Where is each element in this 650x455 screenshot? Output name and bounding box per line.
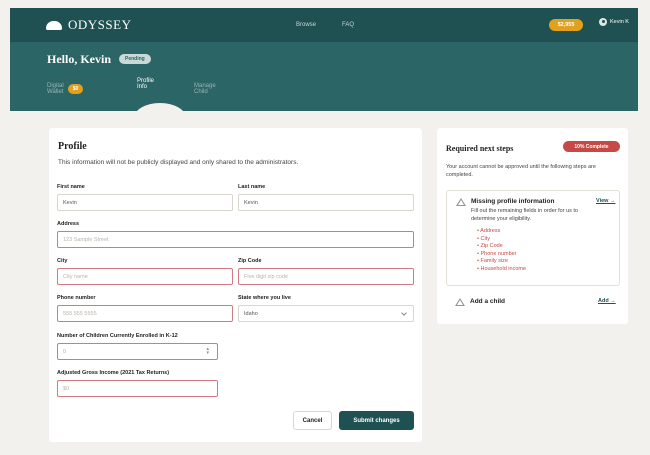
step-title: Add a child	[470, 298, 506, 305]
last-name-field[interactable]: Kevin	[238, 194, 414, 211]
state-label: State where you live	[238, 295, 291, 301]
list-item: Address	[477, 228, 526, 236]
nav-browse-link[interactable]: Browse	[296, 22, 316, 28]
address-field[interactable]: 123 Sample Street	[57, 231, 414, 248]
nav-faq-link[interactable]: FAQ	[342, 22, 354, 28]
first-name-label: First name	[57, 184, 85, 190]
wallet-tab-badge: $0	[67, 84, 84, 94]
zip-field[interactable]: Five digit zip code	[238, 268, 414, 285]
stepper-arrows-icon[interactable]: ▴ ▾	[206, 347, 209, 356]
step-add-child: Add a child Add →	[446, 293, 620, 313]
main-nav: Browse FAQ	[296, 8, 354, 42]
state-value: Idaho	[244, 310, 258, 317]
step-title: Missing profile information	[471, 198, 555, 205]
greeting-title: Hello, Kevin	[47, 52, 111, 66]
status-badge: Pending	[119, 54, 151, 64]
wallet-balance-badge[interactable]: $2,955	[549, 19, 583, 31]
tab-label: Digital Wallet	[47, 83, 64, 95]
income-label: Adjusted Gross Income (2021 Tax Returns)	[57, 370, 170, 376]
add-child-link[interactable]: Add →	[598, 298, 616, 304]
address-label: Address	[57, 221, 80, 227]
submit-changes-button[interactable]: Submit changes	[339, 411, 414, 430]
phone-field[interactable]: 555 555 5555	[57, 305, 233, 322]
list-item: Zip Code	[477, 243, 526, 251]
children-count-stepper[interactable]: 0 ▴ ▾	[57, 343, 218, 360]
next-steps-panel: Required next steps 10% Complete Your ac…	[437, 128, 628, 324]
list-item: City	[477, 236, 526, 244]
next-steps-description: Your account cannot be approved until th…	[446, 164, 596, 178]
city-label: City	[57, 258, 68, 264]
last-name-label: Last name	[238, 184, 266, 190]
chevron-down-icon	[401, 310, 407, 316]
brand-logo[interactable]: ODYSSEY	[46, 17, 131, 33]
list-item: Family size	[477, 258, 526, 266]
active-tab-indicator	[134, 103, 186, 111]
city-field[interactable]: City name	[57, 268, 233, 285]
completion-badge: 10% Complete	[563, 141, 620, 152]
income-field[interactable]: $0	[57, 380, 218, 397]
tab-label: Manage Child	[194, 83, 216, 95]
first-name-field[interactable]: Kevin	[57, 194, 233, 211]
user-menu[interactable]: Kevin K	[599, 18, 629, 26]
brand-name: ODYSSEY	[68, 17, 132, 32]
list-item: Household income	[477, 266, 526, 274]
state-select[interactable]: Idaho	[238, 305, 414, 322]
zip-label: Zip Code	[238, 258, 262, 264]
children-label: Number of Children Currently Enrolled in…	[57, 333, 178, 339]
next-steps-title: Required next steps	[446, 144, 514, 153]
profile-title: Profile	[58, 141, 87, 152]
tab-digital-wallet[interactable]: Digital Wallet $0	[47, 83, 84, 95]
step-description: Fill out the remaining fields in order f…	[471, 208, 578, 222]
phone-label: Phone number	[57, 295, 96, 301]
tab-label: Profile Info	[137, 78, 155, 90]
user-name: Kevin K	[610, 19, 629, 25]
children-placeholder: 0	[63, 348, 67, 355]
view-step-link[interactable]: View →	[596, 198, 615, 204]
tab-profile-info[interactable]: Profile Info	[137, 78, 154, 90]
list-item: Phone number	[477, 251, 526, 259]
profile-description: This information will not be publicly di…	[58, 159, 299, 166]
missing-fields-list: Address City Zip Code Phone number Famil…	[477, 228, 526, 273]
step-missing-profile: Missing profile information View → Fill …	[446, 190, 620, 286]
warning-icon	[455, 298, 465, 306]
logo-mark-icon	[46, 20, 62, 30]
top-navbar: ODYSSEY Browse FAQ $2,955 Kevin K	[10, 8, 638, 42]
user-avatar-icon	[599, 18, 607, 26]
warning-icon	[456, 198, 466, 206]
tab-manage-child[interactable]: Manage Child	[194, 83, 216, 95]
page-header: Hello, Kevin Pending Digital Wallet $0 P…	[10, 42, 638, 111]
cancel-button[interactable]: Cancel	[293, 411, 332, 430]
